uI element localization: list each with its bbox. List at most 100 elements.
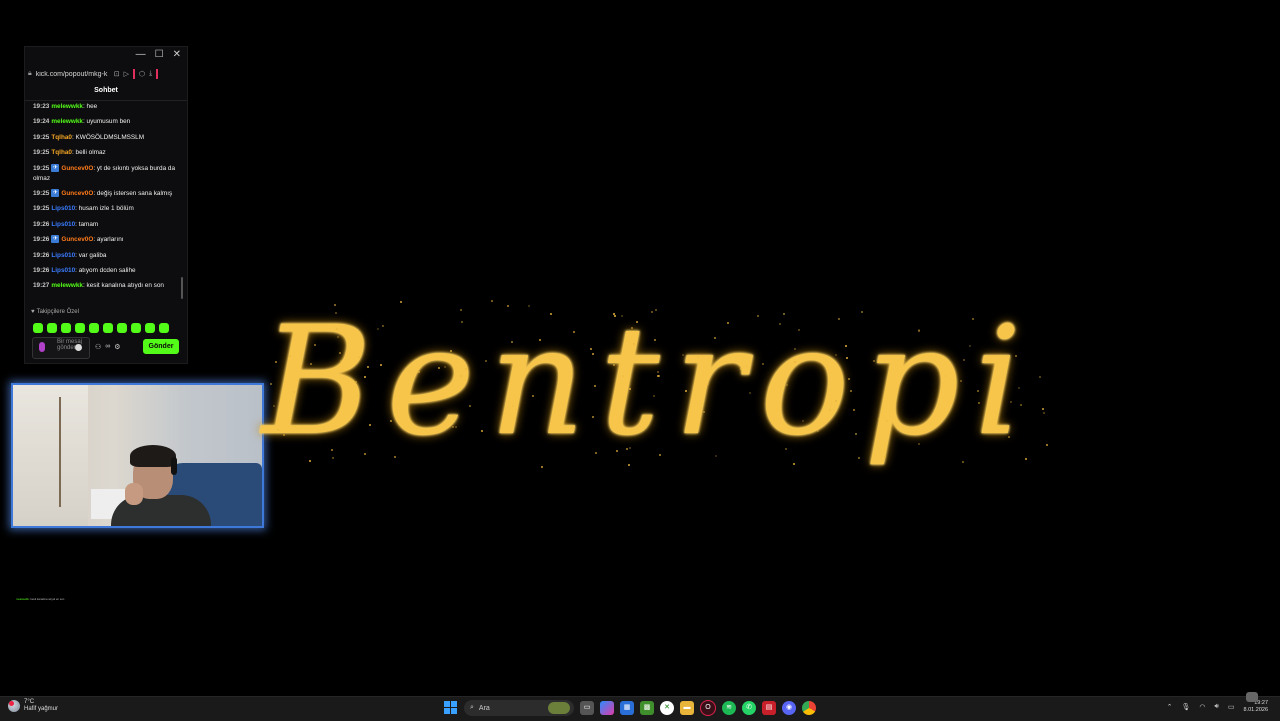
discord-icon[interactable]: ◉ [782,701,796,715]
chat-message[interactable]: 19:25 ✈ Guncev0O: değiş istersen sana kalm… [33,189,179,199]
chat-message[interactable]: 19:25 Tqlha0: belli olmaz [33,148,179,158]
windows-start-icon[interactable] [444,701,458,715]
message-text: : var galiba [75,251,107,259]
chat-title: Sohbet [94,87,118,94]
chat-message[interactable]: 19:25 Lips010: husam izle 1 bölüm [33,204,179,214]
xbox-icon[interactable]: ✕ [660,701,674,715]
message-username[interactable]: Lips010 [51,267,75,274]
emote-icon[interactable] [159,323,169,333]
url-bar[interactable]: 🔒︎ kick.com/popout/mkg-k ⊡ ▷ ⬡ ⤓ [28,67,185,81]
message-time: 19:26 [33,236,50,244]
store-icon[interactable]: ▦ [620,701,634,715]
sparkle [621,374,624,377]
message-username[interactable]: Guncev0O [61,190,93,197]
emote-bar [33,323,169,333]
sparkle [653,339,656,342]
chevron-up-icon[interactable]: ⌃ [1167,703,1173,711]
sparkle [612,364,615,367]
door-frame [59,397,61,507]
emote-icon[interactable] [47,323,57,333]
headset [171,457,177,475]
sparkle [785,383,788,386]
send-button[interactable]: Gönder [143,339,179,354]
extension-icon[interactable]: ⊡ [114,70,120,78]
taskbar-search[interactable]: ⌕ Ara [464,700,574,716]
message-username[interactable]: Tqlha0 [51,149,72,156]
chat-message-list[interactable]: 19:23 melewwkk: hee 19:24 melewwkk: uyumusu… [33,102,179,297]
emoji-icon[interactable] [75,344,82,351]
users-icon[interactable]: ⚇ [95,343,101,351]
system-clock[interactable]: 19:27 8.01.2026 [1244,700,1268,714]
notification-avatar-icon[interactable] [1246,692,1258,702]
news-icon[interactable]: ▤ [762,701,776,715]
opera-gx-icon[interactable]: O [700,700,716,716]
message-username[interactable]: Tqlha0 [51,134,72,141]
sparkle [756,314,759,317]
microphone-icon[interactable] [39,342,45,352]
emote-icon[interactable] [33,323,43,333]
heart-icon: ♥ [31,309,35,315]
emote-icon[interactable] [131,323,141,333]
emote-icon[interactable] [103,323,113,333]
message-text: : husam izle 1 bölüm [75,205,134,213]
message-username[interactable]: Lips010 [51,221,75,228]
task-view-icon[interactable]: ▭ [580,701,594,715]
puzzle-icon[interactable]: ⬡ [139,70,145,78]
chat-message[interactable]: 19:26 Lips010: tamam [33,220,179,230]
minecraft-icon[interactable]: ▩ [640,701,654,715]
maximize-icon[interactable]: ☐ [155,49,164,60]
gear-icon[interactable]: ⚙ [114,343,120,351]
windows-taskbar: 7°C Hafif yağmur ⌕ Ara ▭ ▦ ▩ ✕ ▬ O ≋ ✆ ▤… [0,692,1280,721]
chat-message[interactable]: 19:24 melewwkk: uyumusum ben [33,117,179,127]
battery-icon[interactable]: ▭ [1228,703,1235,711]
close-icon[interactable]: ✕ [173,49,181,60]
url-text[interactable]: kick.com/popout/mkg-k [36,71,110,78]
message-username[interactable]: Lips010 [51,205,75,212]
chat-message[interactable]: 19:25 Tqlha0: KWÖSÖLDMSLMSSLM [33,133,179,143]
whatsapp-icon[interactable]: ✆ [742,701,756,715]
message-username[interactable]: melewwkk [51,103,83,110]
chrome-icon[interactable] [802,701,816,715]
download-icon[interactable]: ⤓ [149,70,152,78]
volume-icon[interactable]: 🔊︎ [1214,703,1218,711]
infinity-icon[interactable]: ∞ [105,343,110,351]
chat-message[interactable]: 19:26 ✈ Guncev0O: ayarlarını [33,235,179,245]
minimize-icon[interactable]: — [136,49,146,60]
chat-scrollbar[interactable] [181,277,183,299]
sparkle [292,391,295,394]
spotify-icon[interactable]: ≋ [722,701,736,715]
message-text: : kesit kanalına atıydı en son [82,282,164,290]
sparkle [749,391,752,394]
chat-message[interactable]: 19:23 melewwkk: hee [33,102,179,112]
emote-icon[interactable] [61,323,71,333]
sparkle [337,335,340,338]
message-text: : atıyom dcden salihe [75,266,136,274]
emote-icon[interactable] [75,323,85,333]
chat-popout-window: — ☐ ✕ 🔒︎ kick.com/popout/mkg-k ⊡ ▷ ⬡ ⤓ S… [24,46,188,364]
emote-icon[interactable] [89,323,99,333]
folder-icon[interactable]: ▬ [680,701,694,715]
chat-message[interactable]: 19:26 Lips010: atıyom dcden salihe [33,266,179,276]
microphone-icon[interactable]: 🎙︎ [1181,703,1190,711]
message-username[interactable]: Lips010 [51,252,75,259]
message-username[interactable]: Guncev0O [61,165,93,172]
chat-message[interactable]: 19:26 Lips010: var galiba [33,251,179,261]
sparkle [1038,375,1041,378]
weather-widget[interactable]: 7°C Hafif yağmur [8,699,58,713]
sparkle [702,410,705,413]
sparkle [797,328,800,331]
message-username[interactable]: melewwkk [51,118,83,125]
play-icon[interactable]: ▷ [124,70,129,78]
copilot-icon[interactable] [600,701,614,715]
sparkle [977,401,980,404]
message-username[interactable]: melewwkk [51,282,83,289]
emote-icon[interactable] [117,323,127,333]
chat-input[interactable]: Bir mesaj gönderin [32,337,90,359]
message-username[interactable]: Guncev0O [61,236,93,243]
chat-message[interactable]: 19:25 ✈ Guncev0O: yt de sıkıntı yoksa burd… [33,163,179,184]
wifi-icon[interactable]: ◠ [1199,703,1205,711]
sparkle [801,420,804,423]
sparkle [451,425,454,428]
emote-icon[interactable] [145,323,155,333]
chat-message[interactable]: 19:27 melewwkk: kesit kanalına atıydı en … [33,281,179,291]
